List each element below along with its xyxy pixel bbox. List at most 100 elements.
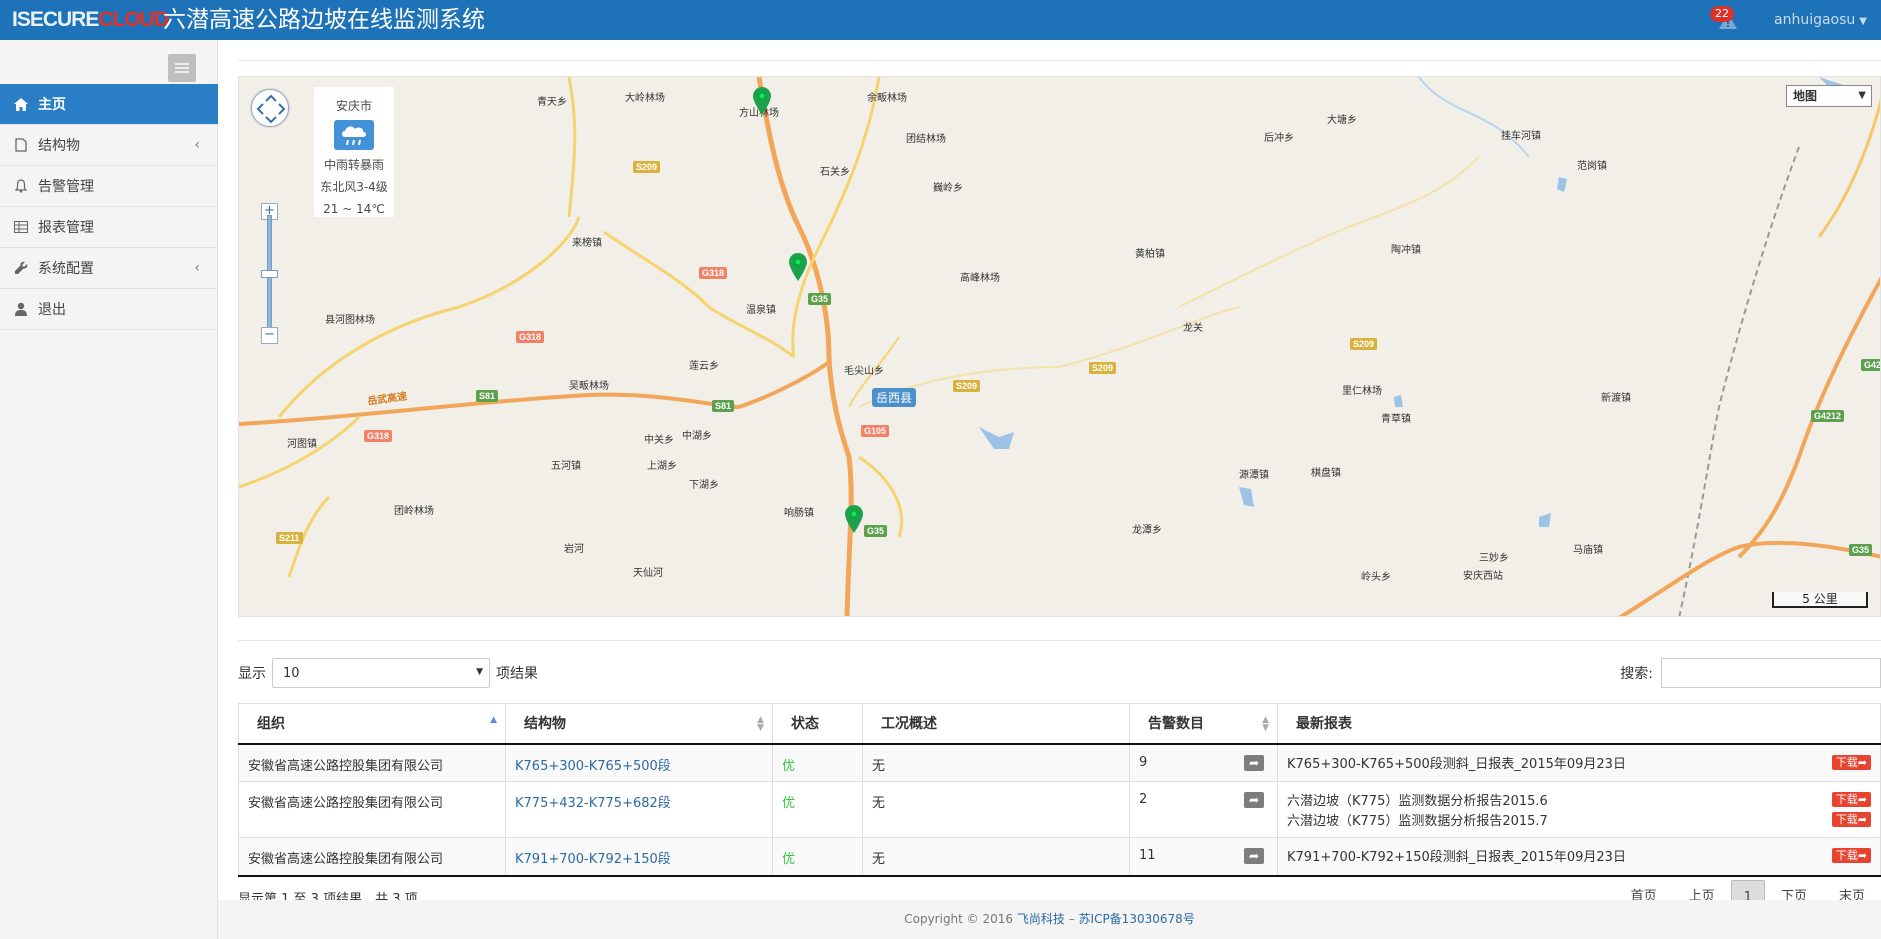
col-header-structure[interactable]: 结构物 ▲ ▼: [505, 703, 773, 745]
download-button[interactable]: 下载➦: [1831, 792, 1871, 807]
length-label-pre: 显示: [238, 666, 266, 682]
cell-alarms: ➦ 9: [1129, 743, 1278, 782]
sidebar-item-alarms[interactable]: 告警管理: [0, 166, 218, 207]
map-place: 龙关: [1183, 323, 1203, 334]
search-input[interactable]: [1661, 658, 1881, 688]
route-shield: G35: [864, 525, 888, 537]
length-label-post: 项结果: [496, 666, 538, 682]
map-place: 中湖乡: [682, 431, 712, 442]
icp-link[interactable]: 苏ICP备13030678号: [1079, 912, 1195, 926]
table-icon: [12, 221, 30, 233]
structure-link[interactable]: K765+300-K765+500段: [515, 759, 671, 774]
caret-down-icon: ▼: [476, 667, 483, 677]
zoom-out-button[interactable]: −: [261, 327, 278, 344]
col-header-org[interactable]: 组织 ▲: [238, 703, 506, 745]
col-header-overview: 工况概述: [862, 703, 1130, 745]
share-arrow-icon[interactable]: ➦: [1244, 848, 1264, 864]
zoom-slider-handle[interactable]: [261, 270, 278, 278]
download-button[interactable]: 下载➦: [1831, 754, 1871, 770]
route-shield: S209: [633, 161, 661, 173]
map-place: 河图镇: [287, 439, 317, 450]
download-button[interactable]: 下载➦: [1831, 848, 1871, 863]
sidebar-item-structures[interactable]: 结构物 ‹: [0, 125, 218, 166]
sidebar-item-logout[interactable]: 退出: [0, 289, 218, 330]
sidebar: 主页 结构物 ‹ 告警管理 报表管理 系统配置 ‹ 退出: [0, 40, 228, 939]
sort-icon: ▲ ▼: [757, 715, 764, 733]
county-label: 岳西县: [872, 388, 917, 407]
route-shield: G35: [1849, 544, 1873, 556]
map-place: 来榜镇: [572, 238, 602, 249]
map-place: 团结林场: [906, 134, 946, 145]
file-icon: [12, 138, 30, 152]
alerts-button[interactable]: 22: [1710, 6, 1742, 32]
route-shield: G105: [861, 425, 890, 437]
map-place: 五河镇: [551, 461, 581, 472]
route-shield: G35: [808, 293, 832, 305]
map-place: 陶冲镇: [1391, 245, 1421, 256]
structure-link[interactable]: K791+700-K792+150段: [515, 852, 671, 867]
home-icon: [12, 97, 30, 111]
sidebar-item-reports[interactable]: 报表管理: [0, 207, 218, 248]
header-label: 工况概述: [881, 716, 937, 733]
map-place: 后冲乡: [1264, 133, 1294, 144]
map-marker-icon[interactable]: [845, 505, 863, 533]
user-menu[interactable]: anhuigaosu ▼: [1774, 12, 1867, 28]
weather-widget: 安庆市 中雨转暴雨 东北风3-4级 21 ~ 14℃: [314, 87, 394, 217]
map-type-select[interactable]: 地图 ▼: [1786, 85, 1872, 107]
sidebar-item-label: 结构物: [38, 138, 80, 154]
map-roads: [239, 77, 1880, 616]
map-place: 上湖乡: [647, 461, 677, 472]
route-shield: S81: [712, 400, 735, 412]
page-length-select[interactable]: 10 ▼: [272, 658, 490, 688]
table-row: 安徽省高速公路控股集团有限公司 K775+432-K775+682段 优 无 ➦…: [238, 781, 1881, 838]
cell-alarms: ➦ 2: [1129, 781, 1278, 838]
structure-link[interactable]: K775+432-K775+682段: [515, 796, 671, 811]
map-place: 温泉镇: [746, 305, 776, 316]
map-place: 余畈林场: [867, 93, 907, 104]
map-marker-icon[interactable]: [789, 253, 807, 281]
cell-report: 下载➦ K791+700-K792+150段测斜_日报表_2015年09月23日: [1277, 837, 1881, 877]
sidebar-item-settings[interactable]: 系统配置 ‹: [0, 248, 218, 289]
route-shield: G318: [699, 267, 728, 279]
header-label: 组织: [257, 716, 285, 733]
map-place: 安庆西站: [1463, 571, 1503, 582]
main-content: 青天乡 大岭林场 方山林场 余畈林场 团结林场 石关乡 巍岭乡 来榜镇 温泉镇 …: [218, 40, 1881, 914]
col-header-alarms[interactable]: 告警数目 ▲ ▼: [1129, 703, 1278, 745]
map-type-label: 地图: [1793, 89, 1818, 103]
weather-wind: 东北风3-4级: [320, 180, 388, 194]
map-view[interactable]: 青天乡 大岭林场 方山林场 余畈林场 团结林场 石关乡 巍岭乡 来榜镇 温泉镇 …: [238, 76, 1881, 617]
map-place: 大岭林场: [625, 93, 665, 104]
map-pan-control[interactable]: [251, 89, 289, 127]
map-place: 县河图林场: [325, 315, 375, 326]
header-label: 告警数目: [1148, 716, 1204, 733]
download-button[interactable]: 下载➦: [1831, 812, 1871, 827]
map-place: 三妙乡: [1479, 553, 1509, 564]
map-place: 莲云乡: [689, 361, 719, 372]
sidebar-item-label: 报表管理: [38, 220, 94, 236]
share-arrow-icon[interactable]: ➦: [1244, 792, 1264, 808]
map-place: 中关乡: [644, 435, 674, 446]
cell-report: 下载➦ 下载➦ 六潜边坡（K775）监测数据分析报告2015.6 六潜边坡（K7…: [1277, 781, 1881, 838]
route-shield: S209: [953, 380, 981, 392]
user-icon: [12, 302, 30, 316]
divider: [238, 60, 1881, 61]
wrench-icon: [12, 261, 30, 275]
logo-text-1: ISECURE: [12, 8, 99, 31]
map-place: 团岭林场: [394, 506, 434, 517]
sidebar-toggle-button[interactable]: [168, 54, 196, 82]
col-header-status: 状态: [772, 703, 863, 745]
share-arrow-icon[interactable]: ➦: [1244, 754, 1264, 771]
cell-status: 优: [772, 837, 863, 877]
app-logo[interactable]: ISECURECLOUD: [12, 8, 169, 32]
cell-org: 安徽省高速公路控股集团有限公司: [238, 743, 506, 782]
footer-separator: –: [1064, 912, 1079, 926]
structures-table: 组织 ▲ 结构物 ▲ ▼ 状态 工况概述 告警数目 ▲ ▼ 最新报表 安徽省高速公路控股集…: [238, 703, 1881, 877]
company-link[interactable]: 飞尚科技: [1017, 912, 1065, 926]
sort-asc-icon: ▲: [490, 715, 497, 725]
map-place: 大塘乡: [1327, 115, 1357, 126]
map-marker-icon[interactable]: [753, 87, 771, 115]
sidebar-item-home[interactable]: 主页: [0, 84, 228, 125]
table-search-control: 搜索:: [1620, 658, 1881, 688]
cell-structure: K791+700-K792+150段: [505, 837, 773, 877]
map-place: 响肠镇: [784, 508, 814, 519]
